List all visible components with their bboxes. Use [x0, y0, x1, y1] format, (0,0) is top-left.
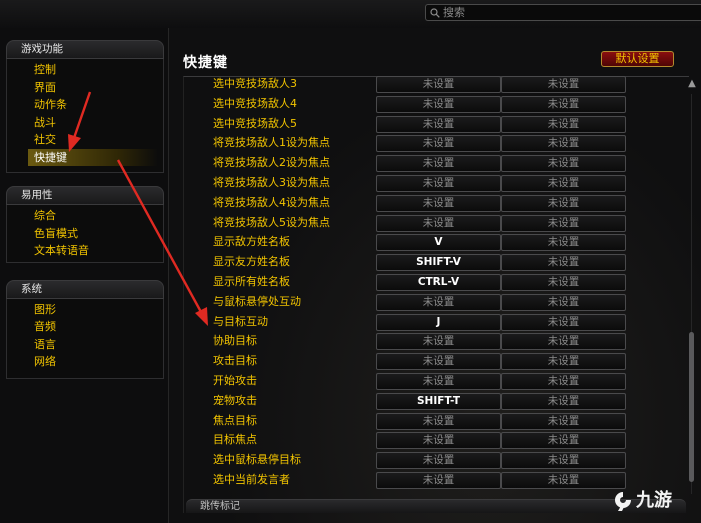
keybinding-action-label: 焦点目标 — [213, 413, 257, 427]
category-header-gameplay[interactable]: 游戏功能 — [6, 40, 164, 59]
keybinding-action-label: 选中竞技场敌人5 — [213, 116, 297, 130]
secondary-binding-button[interactable]: 未设置 — [501, 135, 626, 153]
secondary-binding-button[interactable]: 未设置 — [501, 293, 626, 311]
primary-binding-button[interactable]: 未设置 — [376, 452, 501, 470]
table-row: 与目标互动 J 未设置 — [0, 313, 701, 333]
primary-binding-button[interactable]: V — [376, 234, 501, 252]
secondary-binding-button[interactable]: 未设置 — [501, 95, 626, 113]
scroll-up-icon[interactable]: ▲ — [686, 78, 698, 90]
keybinding-action-label: 将竞技场敌人2设为焦点 — [213, 156, 330, 170]
logo-icon — [615, 492, 631, 511]
secondary-binding-button[interactable]: 未设置 — [501, 373, 626, 390]
secondary-binding-button[interactable]: 未设置 — [501, 432, 626, 450]
table-row: 显示友方姓名板 SHIFT-V 未设置 — [0, 253, 701, 273]
primary-binding-button[interactable]: 未设置 — [376, 293, 501, 311]
primary-binding-button[interactable]: 未设置 — [376, 194, 501, 212]
primary-binding-button[interactable]: 未设置 — [376, 115, 501, 133]
primary-binding-button[interactable]: SHIFT-V — [376, 254, 501, 272]
primary-binding-button[interactable]: CTRL-V — [376, 274, 501, 291]
keybinding-action-label: 开始攻击 — [213, 374, 257, 387]
keybinding-action-label: 将竞技场敌人4设为焦点 — [213, 195, 330, 209]
keybinding-action-label: 将竞技场敌人3设为焦点 — [213, 176, 330, 189]
primary-binding-button[interactable]: 未设置 — [376, 353, 501, 371]
keybinding-action-label: 目标焦点 — [213, 433, 257, 447]
table-row: 选中鼠标悬停目标 未设置 未设置 — [0, 451, 701, 471]
secondary-binding-button[interactable]: 未设置 — [501, 234, 626, 252]
keybinding-action-label: 选中竞技场敌人3 — [213, 77, 297, 90]
table-row: 焦点目标 未设置 未设置 — [0, 412, 701, 432]
top-bar: 搜索 — [0, 0, 701, 29]
keybinding-action-label: 显示敌方姓名板 — [213, 235, 290, 249]
table-row: 选中竞技场敌人4 未设置 未设置 — [0, 95, 701, 115]
primary-binding-button[interactable]: 未设置 — [376, 95, 501, 113]
secondary-binding-button[interactable]: 未设置 — [501, 274, 626, 291]
secondary-binding-button[interactable]: 未设置 — [501, 214, 626, 232]
primary-binding-button[interactable]: 未设置 — [376, 333, 501, 351]
keybinding-action-label: 选中竞技场敌人4 — [213, 96, 297, 110]
primary-binding-button[interactable]: 未设置 — [376, 412, 501, 430]
page-title: 快捷键 — [183, 55, 228, 71]
secondary-binding-button[interactable]: 未设置 — [501, 194, 626, 212]
secondary-binding-button[interactable]: 未设置 — [501, 392, 626, 410]
secondary-binding-button[interactable]: 未设置 — [501, 353, 626, 371]
keybinding-action-label: 宠物攻击 — [213, 393, 257, 407]
keybinding-action-label: 攻击目标 — [213, 354, 257, 368]
table-row: 开始攻击 未设置 未设置 — [0, 372, 701, 392]
primary-binding-button[interactable]: 未设置 — [376, 135, 501, 153]
secondary-binding-button[interactable]: 未设置 — [501, 452, 626, 470]
watermark: 九游 — [612, 486, 672, 512]
secondary-binding-button[interactable]: 未设置 — [501, 313, 626, 331]
secondary-binding-button[interactable]: 未设置 — [501, 76, 626, 93]
defaults-button[interactable]: 默认设置 — [601, 51, 674, 67]
search-icon — [430, 8, 440, 18]
table-row: 选中当前发言者 未设置 未设置 — [0, 471, 701, 491]
table-row: 宠物攻击 SHIFT-T 未设置 — [0, 392, 701, 412]
watermark-text: 九游 — [636, 490, 672, 511]
keybinding-action-label: 将竞技场敌人5设为焦点 — [213, 215, 330, 229]
search-input[interactable]: 搜索 — [425, 4, 701, 21]
scrollbar[interactable]: ▲ — [686, 78, 698, 498]
primary-binding-button[interactable]: 未设置 — [376, 214, 501, 232]
primary-binding-button[interactable]: J — [376, 313, 501, 331]
keybinding-action-label: 将竞技场敌人1设为焦点 — [213, 136, 330, 150]
table-row: 将竞技场敌人3设为焦点 未设置 未设置 — [0, 174, 701, 194]
table-row: 协助目标 未设置 未设置 — [0, 332, 701, 352]
keybinding-action-label: 与目标互动 — [213, 314, 268, 328]
scroll-thumb[interactable] — [689, 332, 694, 482]
secondary-binding-button[interactable]: 未设置 — [501, 254, 626, 272]
table-row: 攻击目标 未设置 未设置 — [0, 352, 701, 372]
primary-binding-button[interactable]: 未设置 — [376, 175, 501, 192]
keybinding-action-label: 选中鼠标悬停目标 — [213, 453, 301, 467]
primary-binding-button[interactable]: 未设置 — [376, 472, 501, 489]
primary-binding-button[interactable]: 未设置 — [376, 432, 501, 450]
primary-binding-button[interactable]: SHIFT-T — [376, 392, 501, 410]
table-row: 选中竞技场敌人3 未设置 未设置 — [0, 75, 701, 95]
table-row: 与鼠标悬停处互动 未设置 未设置 — [0, 293, 701, 313]
keybinding-action-label: 选中当前发言者 — [213, 473, 290, 486]
table-row: 显示所有姓名板 CTRL-V 未设置 — [0, 273, 701, 293]
table-row: 将竞技场敌人4设为焦点 未设置 未设置 — [0, 194, 701, 214]
primary-binding-button[interactable]: 未设置 — [376, 76, 501, 93]
primary-binding-button[interactable]: 未设置 — [376, 155, 501, 173]
next-section-header[interactable]: 跳传标记 — [186, 499, 686, 513]
secondary-binding-button[interactable]: 未设置 — [501, 333, 626, 351]
table-row: 显示敌方姓名板 V 未设置 — [0, 233, 701, 253]
secondary-binding-button[interactable]: 未设置 — [501, 115, 626, 133]
table-row: 将竞技场敌人5设为焦点 未设置 未设置 — [0, 214, 701, 234]
table-row: 选中竞技场敌人5 未设置 未设置 — [0, 115, 701, 135]
keybinding-action-label: 显示友方姓名板 — [213, 255, 290, 269]
table-row: 将竞技场敌人2设为焦点 未设置 未设置 — [0, 154, 701, 174]
search-placeholder: 搜索 — [443, 6, 465, 19]
secondary-binding-button[interactable]: 未设置 — [501, 155, 626, 173]
secondary-binding-button[interactable]: 未设置 — [501, 412, 626, 430]
keybinding-action-label: 显示所有姓名板 — [213, 275, 290, 288]
table-row: 将竞技场敌人1设为焦点 未设置 未设置 — [0, 134, 701, 154]
secondary-binding-button[interactable]: 未设置 — [501, 472, 626, 489]
table-row: 目标焦点 未设置 未设置 — [0, 431, 701, 451]
keybinding-action-label: 协助目标 — [213, 334, 257, 348]
secondary-binding-button[interactable]: 未设置 — [501, 175, 626, 192]
primary-binding-button[interactable]: 未设置 — [376, 373, 501, 390]
keybinding-action-label: 与鼠标悬停处互动 — [213, 294, 301, 308]
